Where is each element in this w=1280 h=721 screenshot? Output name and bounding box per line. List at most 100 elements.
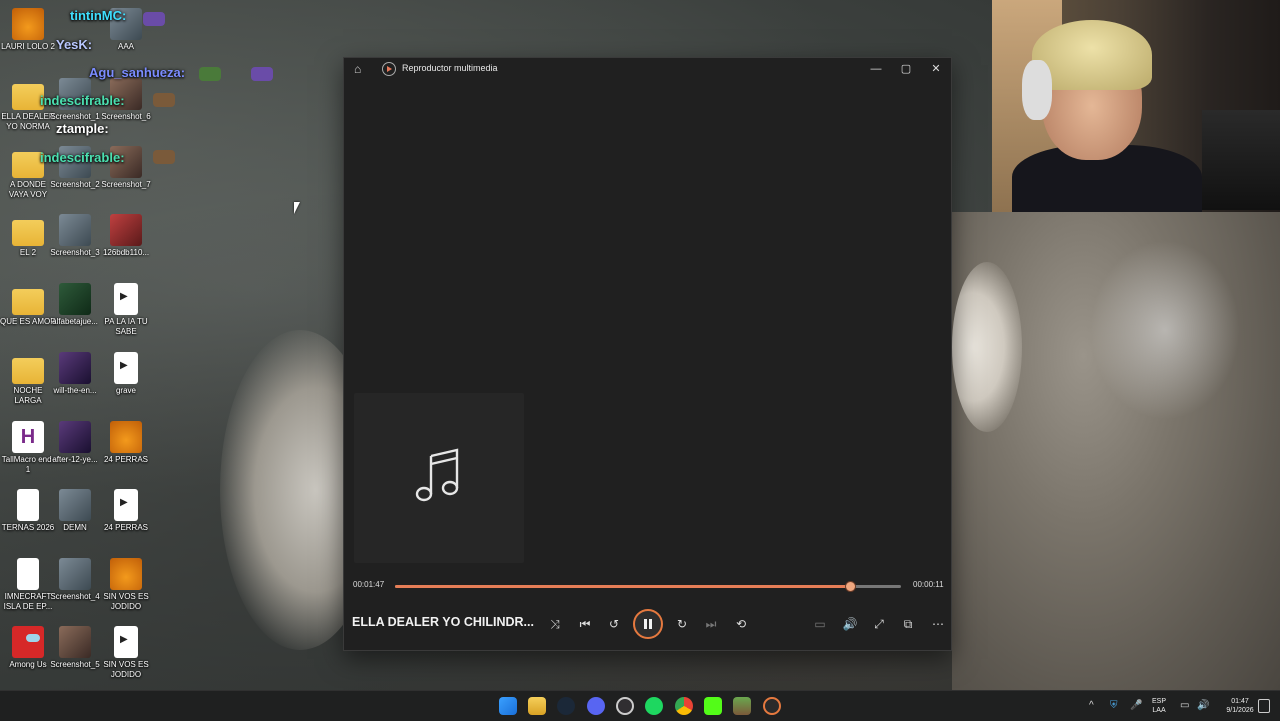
desktop-icon[interactable]: Screenshot_5 [47, 626, 103, 670]
discord-icon[interactable] [587, 697, 605, 715]
minimize-button[interactable]: — [862, 60, 890, 78]
desktop-icon-label: SIN VOS ES JODIDO [103, 660, 149, 679]
repeat-icon[interactable]: ⟲ [730, 614, 752, 634]
chat-username: indescifrable: [40, 93, 125, 108]
previous-track-icon[interactable]: ⏮ [574, 614, 596, 634]
home-icon[interactable]: ⌂ [354, 62, 368, 76]
chat-emote [153, 150, 175, 164]
desktop-icon[interactable]: will-the-en... [47, 352, 103, 396]
close-button[interactable]: ✕ [922, 60, 950, 78]
chat-emote [153, 93, 175, 107]
desktop-icon-label: AAA [117, 42, 134, 51]
media-player-app-icon [382, 62, 396, 76]
desktop-icon-label: grave [115, 386, 136, 395]
desktop-icon-label: IMNECRAFT ISLA DE EP... [3, 592, 53, 611]
taskbar: ^ ⛨ 🎤 ESP LAA ▭ 🔊 01:47 9/1/2026 [0, 690, 1280, 721]
desktop-icon-label: EL 2 [19, 248, 37, 257]
wallpaper-rock-web [1090, 240, 1240, 420]
minecraft-icon[interactable] [733, 697, 751, 715]
chat-username: ztample: [56, 121, 109, 136]
seek-bar[interactable] [395, 581, 901, 592]
chat-emote [251, 67, 273, 81]
window-title: Reproductor multimedia [402, 63, 498, 73]
obs-icon[interactable] [616, 697, 634, 715]
seek-bar-progress [395, 585, 851, 588]
desktop-icon[interactable]: Screenshot_3 [47, 214, 103, 258]
desktop-icon-label: 24 PERRAS [103, 523, 149, 532]
desktop-icon[interactable]: after-12-ye... [47, 421, 103, 465]
spotify-icon[interactable] [645, 697, 663, 715]
desktop-icon[interactable]: DEMN [47, 489, 103, 533]
chat-username: Agu_sanhueza: [89, 65, 186, 80]
desktop-icon-label: 126bdb110... [102, 248, 150, 257]
desktop-icon[interactable]: LAURI LOLO 2 [0, 8, 56, 52]
media-player-taskbar-icon[interactable] [763, 697, 781, 715]
defender-icon[interactable]: ⛨ [1110, 700, 1118, 711]
desktop-icon-label: A DONDE VAYA VOY [8, 180, 48, 199]
microphone-icon[interactable]: 🎤 [1130, 700, 1142, 711]
desktop-icon[interactable]: PA LA IA TU SABE [98, 283, 154, 337]
volume-icon[interactable]: 🔊 [839, 614, 861, 634]
chat-username: indescifrable: [40, 150, 125, 165]
desktop-icon-label: PA LA IA TU SABE [104, 317, 148, 336]
desktop-icon[interactable]: grave [98, 352, 154, 396]
desktop-icon-label: Among Us [9, 660, 47, 669]
desktop-icon[interactable]: SIN VOS ES JODIDO [98, 558, 154, 612]
clock-date: 9/1/2026 [1226, 707, 1254, 714]
music-note-icon [415, 448, 459, 502]
fullscreen-icon[interactable]: ⤢ [868, 614, 890, 634]
language-code: ESP [1152, 698, 1167, 705]
clock-time: 01:47 [1231, 698, 1249, 705]
album-art-placeholder [354, 393, 524, 563]
shuffle-icon[interactable]: ⤨ [544, 614, 566, 634]
desktop-icon-label: Screenshot_1 [50, 112, 100, 121]
miniplayer-icon[interactable]: ▭ [809, 614, 831, 634]
desktop-icon[interactable]: 24 PERRAS [98, 489, 154, 533]
forward-30-icon[interactable]: ↻ [671, 614, 693, 634]
desktop-icon[interactable]: 24 PERRAS [98, 421, 154, 465]
desktop-icon-label: Screenshot_2 [50, 180, 100, 189]
desktop-icon-label: after-12-ye... [52, 455, 98, 464]
more-options-icon[interactable]: ⋯ [927, 614, 949, 634]
steam-icon[interactable] [557, 697, 575, 715]
desktop-icon-label: alfabetajue... [52, 317, 98, 326]
title-bar[interactable]: ⌂ Reproductor multimedia — ▢ ✕ [344, 58, 951, 80]
track-title: ELLA DEALER YO CHILINDR... [352, 615, 534, 629]
chat-username: YesK: [56, 37, 93, 52]
desktop-icon-label: Screenshot_5 [50, 660, 100, 669]
language-indicator[interactable]: ESP LAA [1152, 697, 1166, 715]
keyboard-layout: LAA [1152, 707, 1166, 714]
desktop-icon[interactable]: Screenshot_4 [47, 558, 103, 602]
rewind-10-icon[interactable]: ↺ [603, 614, 625, 634]
chrome-icon[interactable] [675, 697, 693, 715]
desktop-icon-label: Screenshot_7 [101, 180, 151, 189]
notifications-icon[interactable] [1258, 699, 1270, 713]
windows-start-icon[interactable] [499, 697, 517, 715]
volume-tray-icon[interactable]: 🔊 [1197, 700, 1209, 711]
remaining-time: 00:00:11 [913, 580, 944, 589]
clock[interactable]: 01:47 9/1/2026 [1218, 697, 1262, 715]
next-track-icon[interactable]: ⏭ [700, 614, 722, 634]
desktop-icon-label: DEMN [63, 523, 87, 532]
desktop-icon-label: NOCHE LARGA [13, 386, 43, 405]
desktop-icon-label: 24 PERRAS [103, 455, 149, 464]
show-hidden-icons-chevron-icon[interactable]: ^ [1089, 700, 1094, 711]
desktop-icon[interactable]: SIN VOS ES JODIDO [98, 626, 154, 680]
seek-bar-thumb[interactable] [845, 581, 857, 592]
chat-username: tintinMC: [70, 8, 127, 23]
webcam-overlay [992, 0, 1280, 212]
desktop-icon[interactable]: 126bdb110... [98, 214, 154, 258]
desktop-icon[interactable]: alfabetajue... [47, 283, 103, 327]
pause-button[interactable] [633, 609, 663, 639]
maximize-button[interactable]: ▢ [892, 60, 920, 78]
kick-icon[interactable] [704, 697, 722, 715]
display-icon[interactable]: ▭ [1180, 700, 1189, 711]
cast-icon[interactable]: ⧉ [897, 614, 919, 634]
wallpaper-rock-fur [952, 262, 1022, 432]
file-explorer-icon[interactable] [528, 697, 546, 715]
desktop-icon-label: Screenshot_3 [50, 248, 100, 257]
desktop-icon-label: LAURI LOLO 2 [1, 42, 55, 51]
desktop-icon-label: will-the-en... [53, 386, 97, 395]
mouse-cursor [294, 202, 300, 214]
chat-emote [199, 67, 221, 81]
